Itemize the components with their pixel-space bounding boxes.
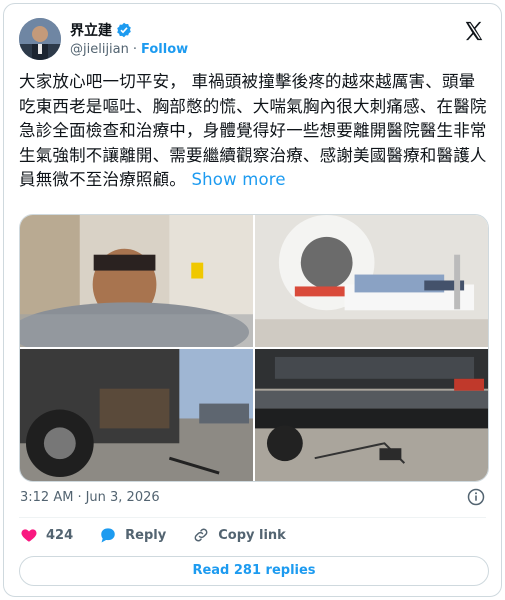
tweet-date: Jun 3, 2026 [85,490,160,505]
link-icon [194,528,208,542]
author-name-row: 界立建 [70,20,132,40]
read-replies-button[interactable]: Read 281 replies [19,556,489,586]
like-button[interactable]: 424 [20,526,73,544]
info-icon[interactable] [467,488,485,506]
reply-bubble-icon [101,528,115,543]
tweet-text: 大家放心吧一切平安， 車禍頭被撞擊後疼的越來越厲害、頭暈吃東西老是嘔吐、胸部憋的… [19,70,489,193]
action-bar: 424 Reply Copy link [20,526,312,544]
verified-badge-icon [116,22,132,38]
author-handle[interactable]: @jielijian [70,42,129,57]
reply-button[interactable]: Reply [99,526,166,544]
separator-dot: · [132,42,138,57]
timestamp-dot: · [77,490,82,505]
author-name[interactable]: 界立建 [70,20,112,40]
tweet-timestamp[interactable]: 3:12 AM · Jun 3, 2026 [20,490,160,505]
ct-scan-photo[interactable] [255,215,488,347]
divider [19,517,486,518]
x-logo-icon[interactable] [463,20,485,42]
media-grid [19,214,489,482]
copy-link-button[interactable]: Copy link [192,526,286,544]
tweet-embed-card: 界立建 @jielijian · Follow 大家放心吧一切平安， 車禍頭被撞… [3,3,502,597]
damaged-bumper-photo[interactable] [255,349,488,481]
reply-label: Reply [125,527,167,543]
avatar[interactable] [19,18,61,60]
heart-icon [21,529,37,542]
hospital-selfie-photo[interactable] [20,215,253,347]
follow-button[interactable]: Follow [141,42,188,57]
show-more-link[interactable]: Show more [191,170,285,189]
like-count: 424 [46,527,74,543]
tweet-time: 3:12 AM [20,490,74,505]
copy-link-label: Copy link [218,527,286,543]
author-handle-row: @jielijian · Follow [70,42,188,57]
damaged-car-front-photo[interactable] [20,349,253,481]
